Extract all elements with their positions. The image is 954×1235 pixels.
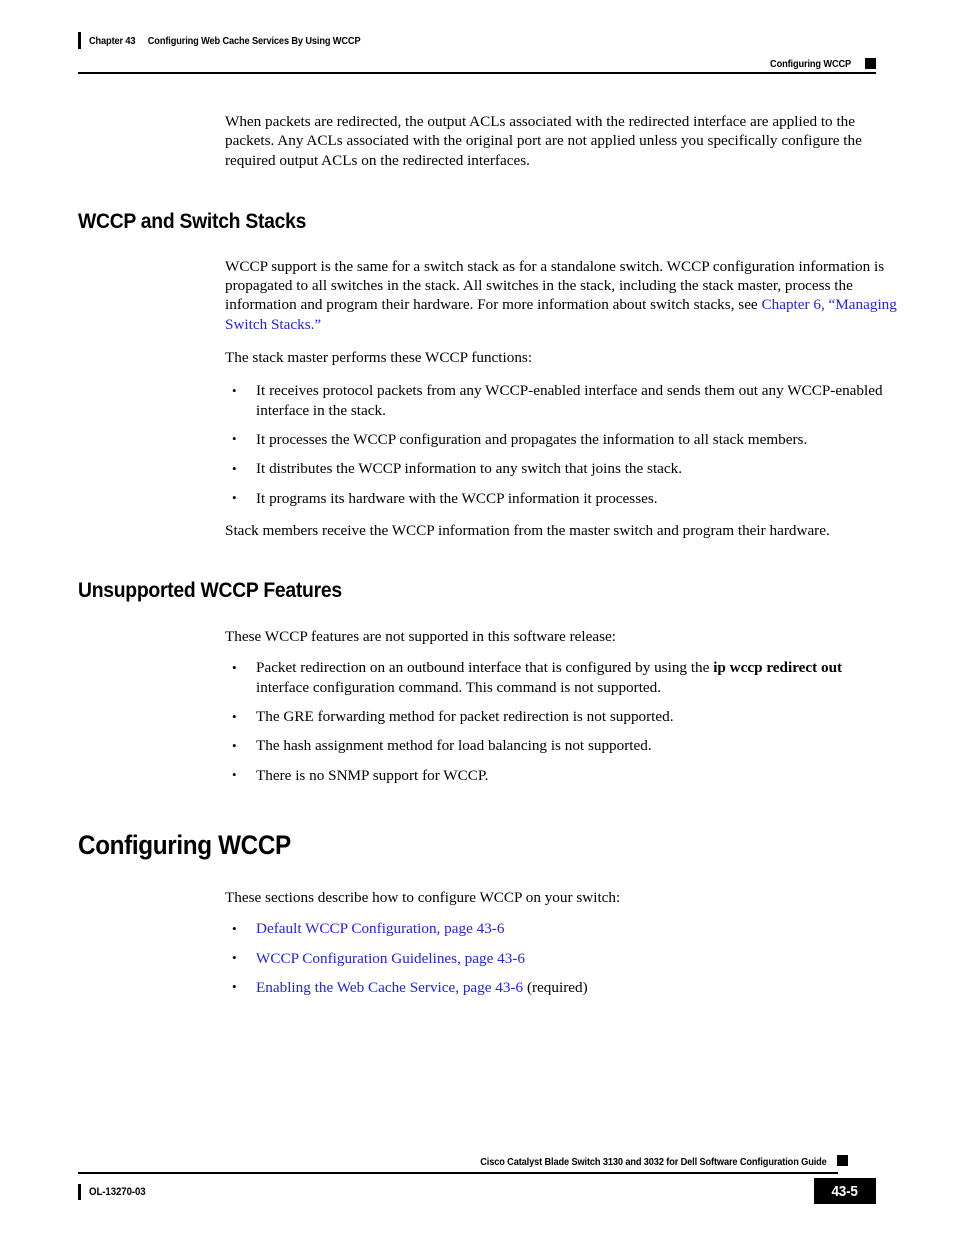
heading-wccp-and-switch-stacks: WCCP and Switch Stacks (78, 208, 307, 233)
configuring-link-list: Default WCCP Configuration, page 43-6 WC… (225, 919, 897, 997)
header-section-line: Configuring WCCP (78, 55, 876, 75)
header-chapter-text: Chapter 43 Configuring Web Cache Services… (89, 35, 361, 47)
link-wccp-configuration-guidelines[interactable]: WCCP Configuration Guidelines, page 43-6 (256, 950, 525, 967)
wccp-stacks-paragraph-2: The stack master performs these WCCP fun… (225, 349, 533, 367)
heading-configuring-wccp: Configuring WCCP (78, 829, 291, 860)
footer-title-line: Cisco Catalyst Blade Switch 3130 and 303… (78, 1155, 876, 1174)
wccp-stacks-bullet-list: It receives protocol packets from any WC… (225, 381, 897, 508)
list-item: The hash assignment method for load bala… (225, 736, 897, 756)
header-right-group: Configuring WCCP (759, 55, 876, 72)
page-content: When packets are redirected, the output … (78, 112, 897, 997)
list-item: It distributes the WCCP information to a… (225, 459, 897, 479)
intro-paragraph: When packets are redirected, the output … (225, 113, 862, 169)
footer-document-id: OL-13270-03 (89, 1186, 146, 1198)
footer-page-number-box: 43-5 (814, 1178, 876, 1204)
footer-rule (78, 1172, 838, 1174)
footer-square-marker-icon (837, 1155, 848, 1166)
wccp-stacks-paragraph-1: WCCP support is the same for a switch st… (225, 257, 897, 334)
list-item: There is no SNMP support for WCCP. (225, 765, 897, 785)
header-chapter-line: Chapter 43 Configuring Web Cache Services… (78, 32, 876, 49)
footer-bottom-line: OL-13270-03 43-5 (78, 1178, 876, 1204)
footer-page-number: 43-5 (831, 1182, 859, 1200)
command-ip-wccp-redirect-out: ip wccp redirect out (713, 659, 843, 677)
list-item: It receives protocol packets from any WC… (225, 381, 897, 420)
bullet-text-pre: Packet redirection on an outbound interf… (256, 659, 714, 677)
header-chapter-number: Chapter 43 (89, 34, 136, 47)
heading-unsupported-wccp-features: Unsupported WCCP Features (78, 578, 342, 603)
header-section-title: Configuring WCCP (769, 57, 851, 70)
link-enabling-the-web-cache-service[interactable]: Enabling the Web Cache Service, page 43-… (256, 979, 523, 996)
wccp-stacks-paragraph-3: Stack members receive the WCCP informati… (225, 521, 830, 539)
unsupported-paragraph-1: These WCCP features are not supported in… (225, 628, 616, 646)
header-left-bar (78, 32, 81, 49)
list-item: Packet redirection on an outbound interf… (225, 658, 897, 697)
header-square-marker-icon (865, 58, 876, 69)
list-item: Default WCCP Configuration, page 43-6 (225, 919, 897, 939)
list-item: Enabling the Web Cache Service, page 43-… (225, 977, 897, 997)
header-rule (78, 72, 876, 74)
list-item: It programs its hardware with the WCCP i… (225, 488, 897, 508)
link-default-wccp-configuration[interactable]: Default WCCP Configuration, page 43-6 (256, 920, 504, 937)
link-suffix: (required) (523, 978, 588, 996)
unsupported-bullet-list: Packet redirection on an outbound interf… (225, 658, 897, 785)
footer-guide-title: Cisco Catalyst Blade Switch 3130 and 303… (480, 1156, 828, 1168)
footer-left-bar (78, 1184, 81, 1200)
list-item: The GRE forwarding method for packet red… (225, 707, 897, 727)
header-chapter-title: Configuring Web Cache Services By Using … (147, 34, 361, 47)
page-header: Chapter 43 Configuring Web Cache Services… (78, 32, 876, 75)
page-footer: Cisco Catalyst Blade Switch 3130 and 303… (78, 1155, 876, 1204)
document-page: Chapter 43 Configuring Web Cache Services… (0, 0, 954, 1235)
list-item: WCCP Configuration Guidelines, page 43-6 (225, 948, 897, 968)
list-item: It processes the WCCP configuration and … (225, 429, 897, 449)
configuring-paragraph-1: These sections describe how to configure… (225, 888, 621, 906)
bullet-text-post: interface configuration command. This co… (256, 678, 662, 696)
